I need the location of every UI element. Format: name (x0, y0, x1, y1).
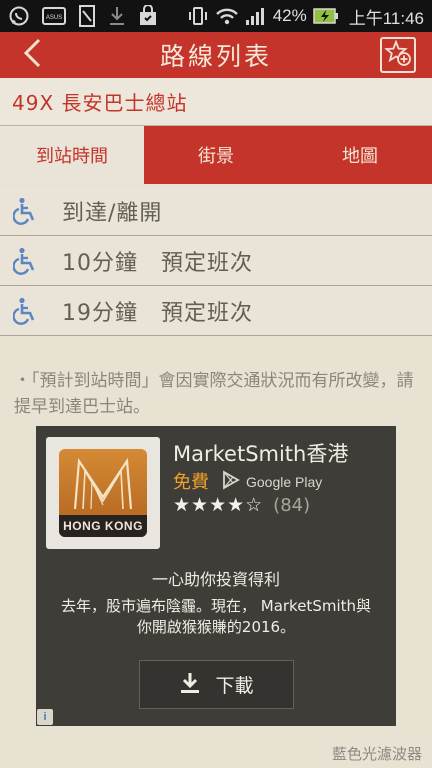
tab-bar: 到站時間 街景 地圖 (0, 126, 432, 184)
list-item[interactable]: 10分鐘 預定班次 (0, 236, 432, 286)
battery-charging-icon (312, 7, 339, 25)
app-header: 路線列表 (0, 32, 432, 78)
bag-icon (138, 5, 158, 27)
clock: 上午11:46 (348, 8, 424, 28)
rating: ★★★★☆ (84) (173, 494, 310, 516)
ad-banner[interactable]: HONG KONG MarketSmith香港 免費 Google Play ★… (36, 426, 396, 726)
rating-stars: ★★★★☆ (173, 494, 264, 516)
back-arrow-icon (21, 37, 43, 73)
back-button[interactable] (14, 38, 50, 72)
list-item[interactable]: 19分鐘 預定班次 (0, 286, 432, 336)
eta-disclaimer: ・「預計到站時間」會因實際交通狀況而有所改變，請提早到達巴士站。 (14, 371, 414, 417)
store-name: Google Play (246, 473, 323, 490)
download-button[interactable]: 下載 (139, 660, 294, 709)
route-header: 49X 長安巴士總站 (0, 78, 432, 126)
download-icon (108, 5, 126, 27)
ad-app-name: MarketSmith香港 (173, 442, 349, 466)
add-favorite-button[interactable] (380, 37, 416, 73)
status-bar: ASUS 42% 上午11:46 (0, 0, 432, 32)
google-play-badge: Google Play (222, 470, 322, 493)
ad-description: 去年，股市遍布陰霾。現在， MarketSmith與 你開啟猴猴賺的2016。 (36, 596, 396, 638)
download-arrow-icon (179, 671, 201, 699)
route-name: 49X 長安巴士總站 (12, 91, 188, 115)
tab-arrival-time[interactable]: 到站時間 (0, 126, 144, 184)
arrival-list: 到達/離開 10分鐘 預定班次 19分鐘 預定班次 (0, 186, 432, 336)
watermark: 藍色光濾波器 (331, 745, 422, 763)
ad-price: 免費 (173, 472, 209, 493)
tab-street-view[interactable]: 街景 (144, 126, 288, 184)
arrival-text: 到達/離開 (62, 200, 163, 226)
download-label: 下載 (215, 675, 254, 697)
ad-tagline: 一心助你投資得利 (151, 570, 280, 589)
info-icon[interactable]: i (37, 709, 53, 725)
star-add-icon (384, 39, 412, 71)
asus-icon: ASUS (42, 6, 66, 26)
vibrate-icon (187, 5, 209, 27)
whatsapp-icon (8, 5, 30, 27)
marketsmith-logo: HONG KONG (59, 449, 147, 537)
wheelchair-icon (0, 197, 50, 225)
ad-app-icon[interactable]: HONG KONG (46, 437, 160, 549)
page-title: 路線列表 (159, 42, 272, 71)
ad-description-line: 去年，股市遍布陰霾。現在， MarketSmith與 (60, 597, 372, 615)
arrival-text: 10分鐘 預定班次 (62, 250, 253, 276)
battery-percent: 42% (272, 6, 307, 25)
logo-text: HONG KONG (59, 515, 147, 537)
tab-label: 街景 (198, 146, 234, 167)
arrival-text: 19分鐘 預定班次 (62, 300, 253, 326)
signal-icon (245, 6, 267, 26)
wheelchair-icon (0, 297, 50, 325)
wheelchair-icon (0, 247, 50, 275)
tab-map[interactable]: 地圖 (288, 126, 432, 184)
tab-label: 到站時間 (36, 146, 108, 167)
wifi-icon (215, 6, 239, 26)
rating-count: (84) (273, 494, 311, 516)
list-item[interactable]: 到達/離開 (0, 186, 432, 236)
ad-description-line: 你開啟猴猴賺的2016。 (136, 618, 296, 636)
google-play-icon (222, 470, 240, 493)
tab-label: 地圖 (342, 146, 378, 167)
svg-text:ASUS: ASUS (46, 15, 62, 21)
document-icon (78, 5, 96, 27)
